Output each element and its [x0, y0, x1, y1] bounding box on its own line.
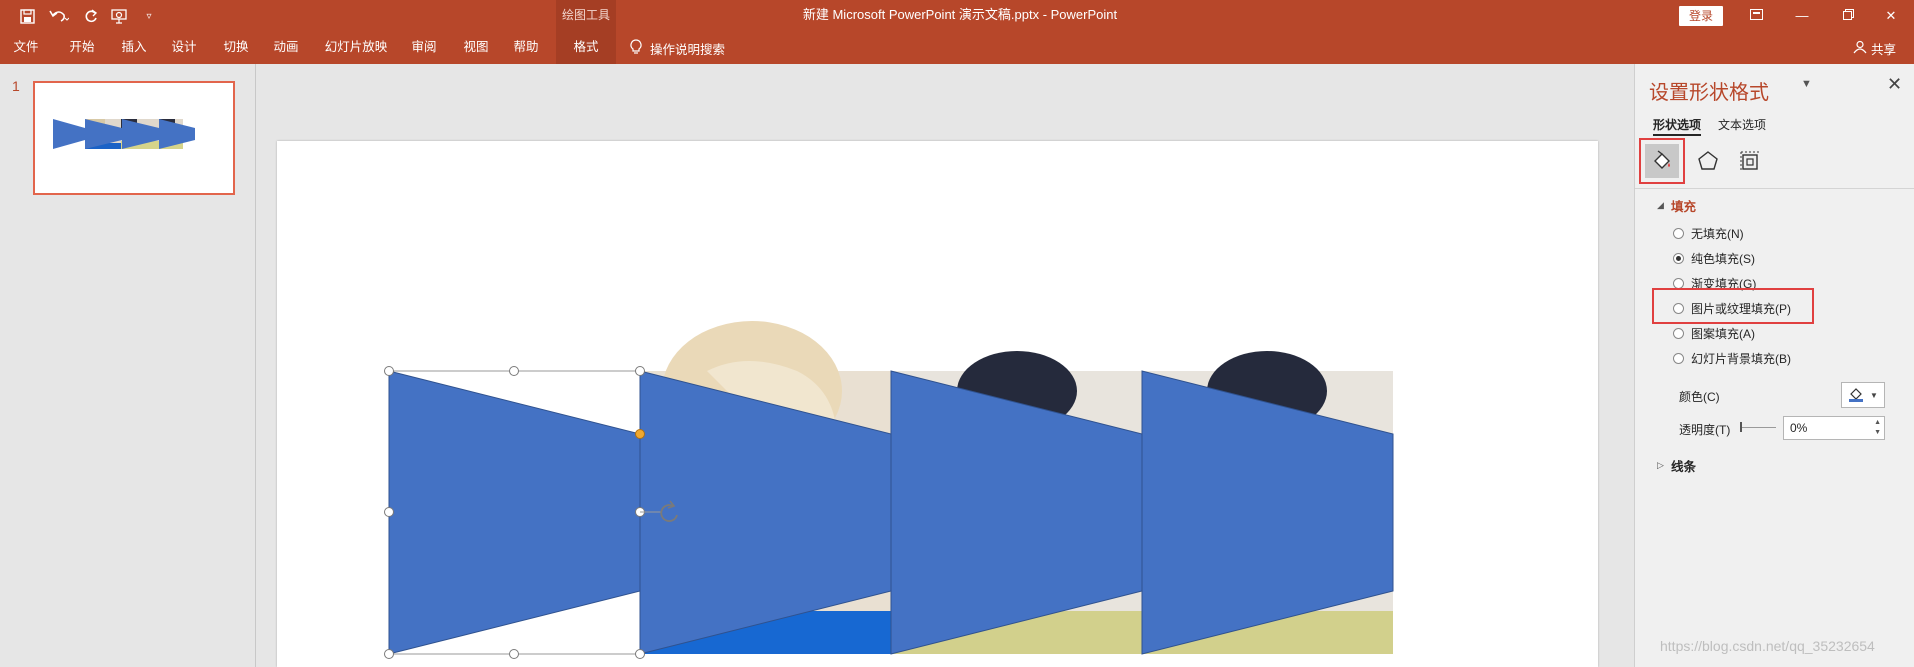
redo-icon[interactable]	[80, 0, 102, 32]
ribbon-display-icon[interactable]	[1733, 0, 1779, 32]
fill-section-header[interactable]: 填充	[1671, 196, 1696, 215]
share-button[interactable]: 共享	[1853, 32, 1896, 64]
tab-design[interactable]: 设计	[170, 32, 198, 64]
watermark: https://blog.csdn.net/qq_35232654	[1660, 638, 1875, 654]
tab-text-options[interactable]: 文本选项	[1718, 116, 1766, 133]
adjustment-handle[interactable]	[635, 429, 645, 439]
transparency-input[interactable]: 0% ▲ ▼	[1783, 416, 1885, 440]
customize-icon[interactable]: ▿	[140, 0, 158, 32]
chevron-down-icon: ▼	[1870, 390, 1878, 400]
restore-icon[interactable]	[1825, 0, 1871, 32]
effects-icon[interactable]	[1691, 144, 1725, 178]
pane-divider	[1635, 188, 1914, 189]
title-bar: ▿ 绘图工具 新建 Microsoft PowerPoint 演示文稿.pptx…	[0, 0, 1914, 32]
save-icon[interactable]	[16, 0, 38, 32]
tab-shape-options[interactable]: 形状选项	[1653, 116, 1702, 136]
lightbulb-icon	[630, 38, 642, 58]
fill-line-icon[interactable]	[1639, 138, 1685, 184]
fill-option-none[interactable]: 无填充(N)	[1673, 225, 1744, 242]
resize-handle-top[interactable]	[509, 366, 519, 376]
fill-option-solid[interactable]: 纯色填充(S)	[1673, 250, 1755, 267]
tab-slideshow[interactable]: 幻灯片放映	[324, 32, 388, 64]
close-icon[interactable]: ✕	[1868, 0, 1914, 32]
fill-option-label: 图案填充(A)	[1691, 327, 1755, 341]
resize-handle-top-left[interactable]	[384, 366, 394, 376]
slide-content	[384, 321, 1394, 659]
pane-title: 设置形状格式	[1649, 82, 1769, 104]
fill-option-label: 无填充(N)	[1691, 227, 1744, 241]
pane-options-chevron-icon[interactable]: ▼	[1801, 78, 1812, 90]
share-label: 共享	[1870, 42, 1896, 57]
undo-icon[interactable]	[46, 0, 72, 32]
tell-me-search[interactable]: 操作说明搜索	[630, 32, 725, 64]
tab-help[interactable]: 帮助	[512, 32, 540, 64]
transparency-slider[interactable]	[1740, 427, 1776, 428]
radio-button[interactable]	[1673, 228, 1684, 239]
tab-file[interactable]: 文件	[12, 32, 40, 64]
transparency-label: 透明度(T)	[1679, 423, 1731, 437]
fill-option-label: 纯色填充(S)	[1691, 252, 1755, 266]
thumbnail-preview	[53, 119, 195, 149]
line-section-header[interactable]: 线条	[1671, 456, 1696, 475]
tab-view[interactable]: 视图	[462, 32, 490, 64]
ribbon-tabs: 文件 开始 插入 设计 切换 动画 幻灯片放映 审阅 视图 帮助 格式 操作说明…	[0, 32, 1914, 64]
color-label: 颜色(C)	[1679, 390, 1720, 404]
size-properties-icon[interactable]	[1733, 144, 1767, 178]
paint-bucket-icon	[1848, 386, 1864, 405]
tab-format[interactable]: 格式	[556, 32, 616, 64]
resize-handle-bottom-right[interactable]	[635, 649, 645, 659]
transparency-slider-thumb[interactable]	[1740, 422, 1742, 432]
slide-number: 1	[12, 78, 20, 94]
slide-thumbnail[interactable]	[33, 81, 235, 195]
fill-option-label: 幻灯片背景填充(B)	[1691, 352, 1791, 366]
resize-handle-bottom[interactable]	[509, 649, 519, 659]
expand-triangle-icon[interactable]: ◢	[1657, 200, 1664, 211]
trapezoid-shape-1[interactable]	[388, 370, 641, 655]
tab-home[interactable]: 开始	[68, 32, 96, 64]
slide-thumbnail-pane: 1	[0, 64, 256, 667]
pane-close-icon[interactable]: ✕	[1887, 74, 1902, 95]
tab-insert[interactable]: 插入	[120, 32, 148, 64]
fill-option-pattern[interactable]: 图案填充(A)	[1673, 325, 1755, 342]
spinner-arrows-icon[interactable]: ▲ ▼	[1874, 418, 1881, 438]
tell-me-label: 操作说明搜索	[650, 42, 726, 57]
person-icon	[1853, 40, 1867, 57]
highlight-box	[1652, 288, 1814, 324]
minimize-icon[interactable]: —	[1779, 0, 1825, 32]
radio-button-selected[interactable]	[1673, 253, 1684, 264]
fill-option-slide-background[interactable]: 幻灯片背景填充(B)	[1673, 350, 1791, 367]
login-button[interactable]: 登录	[1679, 6, 1723, 26]
resize-handle-bottom-left[interactable]	[384, 649, 394, 659]
present-icon[interactable]	[108, 0, 132, 32]
slide-canvas[interactable]	[277, 141, 1598, 667]
format-shape-pane: 设置形状格式 ▼ ✕ 形状选项 文本选项 ◢ 填充 无填充(N) 纯色填充(S)…	[1634, 64, 1914, 667]
transparency-value: 0%	[1790, 421, 1808, 435]
collapse-triangle-icon[interactable]: ▷	[1657, 460, 1664, 471]
radio-button[interactable]	[1673, 328, 1684, 339]
tab-review[interactable]: 审阅	[410, 32, 438, 64]
tab-animations[interactable]: 动画	[272, 32, 300, 64]
resize-handle-top-right[interactable]	[635, 366, 645, 376]
document-title: 新建 Microsoft PowerPoint 演示文稿.pptx - Powe…	[802, 7, 1118, 22]
fill-color-picker[interactable]: ▼	[1841, 382, 1885, 408]
tab-transitions[interactable]: 切换	[222, 32, 250, 64]
radio-button[interactable]	[1673, 353, 1684, 364]
resize-handle-left[interactable]	[384, 507, 394, 517]
